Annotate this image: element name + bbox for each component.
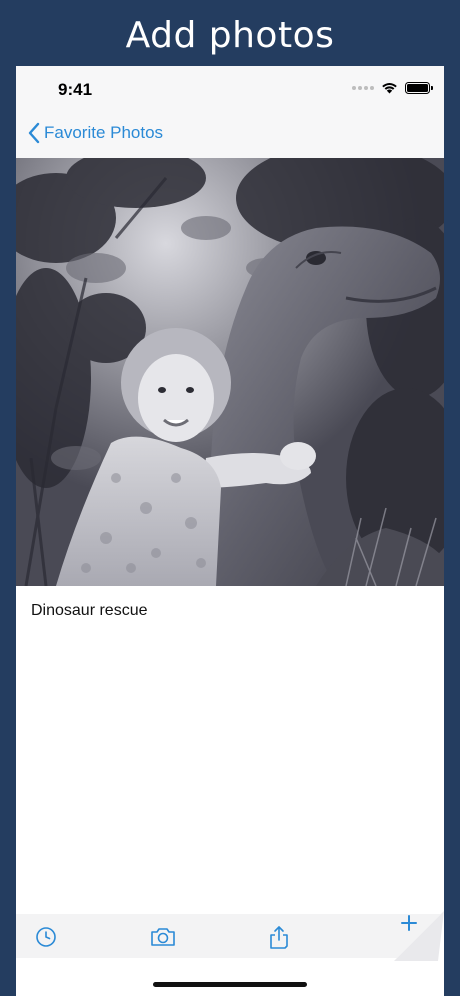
- banner-title: Add photos: [125, 15, 335, 56]
- status-indicators: [352, 82, 433, 94]
- share-button[interactable]: [265, 923, 293, 951]
- camera-button[interactable]: [149, 923, 177, 951]
- chevron-left-icon: [28, 122, 40, 144]
- status-time: 9:41: [58, 80, 93, 99]
- back-button[interactable]: Favorite Photos: [28, 122, 163, 144]
- history-button[interactable]: [32, 923, 60, 951]
- plus-icon: [401, 915, 417, 931]
- dinosaur-photo: [16, 158, 444, 586]
- bottom-toolbar: [16, 914, 444, 958]
- navigation-bar: Favorite Photos: [16, 114, 444, 158]
- phone-screen: 9:41 Favorite Photos Dinosaur rescue: [16, 66, 444, 996]
- camera-icon: [151, 928, 175, 946]
- battery-icon: [405, 82, 433, 94]
- home-indicator[interactable]: [153, 982, 307, 987]
- wifi-icon: [382, 83, 397, 94]
- clock-icon: [36, 927, 56, 947]
- cellular-signal-icon: [352, 86, 374, 90]
- share-icon: [270, 926, 288, 949]
- status-bar: 9:41: [16, 66, 444, 114]
- back-button-label: Favorite Photos: [44, 123, 164, 142]
- photo-caption[interactable]: Dinosaur rescue: [31, 602, 148, 620]
- photo-image[interactable]: [16, 158, 444, 586]
- add-photo-button[interactable]: [400, 911, 418, 937]
